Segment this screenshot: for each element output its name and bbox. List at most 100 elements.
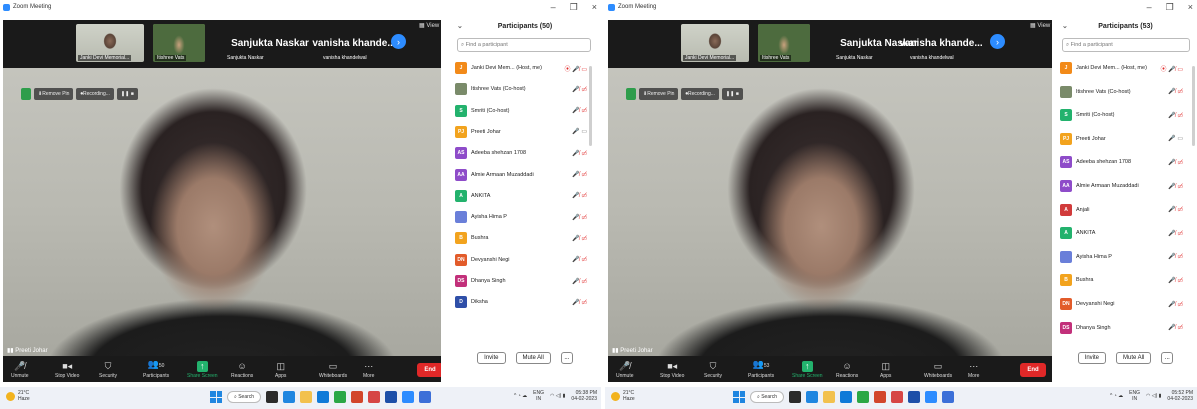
unmute-button[interactable]: 🎤̸ Unmute [616, 361, 634, 379]
restore-icon[interactable]: ❐ [570, 2, 578, 13]
language-indicator[interactable]: ENG IN [533, 390, 544, 402]
participant-row[interactable]: DN Devyanshi Negi 🎤̸ ▭̸ [455, 252, 589, 268]
word-icon[interactable] [385, 391, 398, 403]
photos-icon[interactable] [419, 391, 432, 403]
end-meeting-button[interactable]: End [1020, 363, 1046, 377]
participant-row[interactable]: A Anjali 🎤̸ ▭̸ [1060, 202, 1185, 218]
share-screen-button[interactable]: ↑ Share Screen [792, 361, 823, 379]
task-view-icon[interactable] [789, 391, 802, 403]
reactions-button[interactable]: ☺ Reactions [836, 361, 858, 379]
share-screen-button[interactable]: ↑ Share Screen [187, 361, 218, 379]
clock[interactable]: 05:52 PM 04-02-2023 [1167, 390, 1193, 402]
windows-start-icon[interactable] [210, 391, 222, 403]
invite-button[interactable]: Invite [477, 352, 506, 364]
video-tile[interactable]: Itishree Vats [758, 24, 810, 62]
chevron-down-icon[interactable]: ⌄ [457, 22, 463, 30]
video-tile[interactable]: Janki Devi Memorial... [76, 24, 144, 62]
view-button[interactable]: ▦ View [419, 22, 439, 29]
participant-row[interactable]: PJ Preeti Johar 🎤 ▭ [1060, 131, 1185, 147]
taskbar-search[interactable]: ⌕ Search [227, 391, 262, 403]
close-icon[interactable]: × [1188, 2, 1193, 13]
end-meeting-button[interactable]: End [417, 363, 441, 377]
next-page-arrow-icon[interactable]: › [391, 34, 406, 49]
participant-row[interactable]: J Janki Devi Mem... (Host, me) ⦿ 🎤̸ ▭ [1060, 60, 1185, 76]
clock[interactable]: 05:38 PM 04-02-2023 [571, 390, 597, 402]
participant-search-input[interactable]: ⌕ Find a participant [1062, 38, 1190, 52]
more-options-button[interactable]: ... [560, 352, 573, 364]
office-icon[interactable] [891, 391, 904, 403]
reactions-button[interactable]: ☺ Reactions [231, 361, 253, 379]
wifi-volume-battery-icon[interactable]: ◠ ◁) ▮ [1146, 393, 1161, 399]
language-indicator[interactable]: ENG IN [1129, 390, 1140, 402]
participant-row[interactable]: S Smriti (Co-host) 🎤̸ ▭̸ [1060, 107, 1185, 123]
participant-row[interactable]: Ayisha Hima P 🎤̸ ▭̸ [1060, 249, 1185, 265]
name-tile[interactable]: vanisha khande... vanisha khandelwal [312, 24, 395, 62]
store-icon[interactable] [334, 391, 347, 403]
name-tile[interactable]: Sanjukta Naskar Sanjukta Naskar [225, 24, 315, 62]
task-view-icon[interactable] [266, 391, 279, 403]
participant-row[interactable]: A ANKITA 🎤̸ ▭̸ [455, 188, 589, 204]
wifi-volume-battery-icon[interactable]: ◠ ◁) ▮ [550, 393, 565, 399]
zoom-taskbar-icon[interactable] [402, 391, 415, 403]
participant-row[interactable]: B Bushra 🎤̸ ▭̸ [1060, 272, 1185, 288]
participant-row[interactable]: A ANKITA 🎤̸ ▭̸ [1060, 225, 1185, 241]
close-icon[interactable]: × [592, 2, 597, 13]
participant-search-input[interactable]: ⌕ Find a participant [457, 38, 591, 52]
file-explorer-icon[interactable] [300, 391, 313, 403]
store-icon[interactable] [857, 391, 870, 403]
photos-icon[interactable] [942, 391, 955, 403]
tray-overflow-icon[interactable]: ^ ◔ ☁ [514, 393, 527, 399]
recording-controls[interactable]: ❚❚ ■ [116, 88, 138, 100]
tray-overflow-icon[interactable]: ^ ◔ ☁ [1110, 393, 1123, 399]
invite-button[interactable]: Invite [1077, 352, 1106, 364]
participant-row[interactable]: B Bushra 🎤̸ ▭̸ [455, 230, 589, 246]
mail-icon[interactable] [351, 391, 364, 403]
minimize-icon[interactable]: – [551, 2, 556, 13]
chevron-down-icon[interactable]: ⌄ [1062, 22, 1068, 30]
apps-button[interactable]: ◫ Apps [275, 361, 286, 379]
whiteboards-button[interactable]: ▭ Whiteboards [319, 361, 347, 379]
mute-all-button[interactable]: Mute All [1116, 352, 1152, 364]
mail-icon[interactable] [874, 391, 887, 403]
participants-button[interactable]: 👥50 Participants [143, 359, 169, 379]
video-tile[interactable]: Janki Devi Memorial... [681, 24, 749, 62]
scrollbar[interactable] [589, 66, 592, 146]
remove-pin-button[interactable]: ⬇ Remove Pin [34, 88, 74, 100]
participants-button[interactable]: 👥53 Participants [748, 359, 774, 379]
file-explorer-icon[interactable] [823, 391, 836, 403]
edge-icon[interactable] [317, 391, 330, 403]
participant-row[interactable]: Ayisha Hima P 🎤̸ ▭̸ [455, 209, 589, 225]
weather-widget[interactable]: 21°C Haze [611, 390, 635, 402]
participant-row[interactable]: DS Dhanya Singh 🎤̸ ▭̸ [455, 273, 589, 289]
word-icon[interactable] [908, 391, 921, 403]
security-button[interactable]: ⛉ Security [99, 361, 117, 379]
more-button[interactable]: ⋯ More [968, 361, 979, 379]
more-options-button[interactable]: ... [1161, 352, 1174, 364]
remove-pin-button[interactable]: ⬇ Remove Pin [639, 88, 679, 100]
scrollbar[interactable] [1192, 66, 1195, 146]
participant-row[interactable]: J Janki Devi Mem... (Host, me) ⦿ 🎤̸ ▭ [455, 60, 589, 76]
weather-widget[interactable]: 21°C Haze [6, 390, 30, 402]
video-tile[interactable]: Itishree Vats [153, 24, 205, 62]
participant-row[interactable]: D Diksha 🎤̸ ▭̸ [455, 294, 589, 310]
unmute-button[interactable]: 🎤̸ Unmute [11, 361, 29, 379]
office-icon[interactable] [368, 391, 381, 403]
participant-row[interactable]: Itishree Vats (Co-host) 🎤̸ ▭̸ [455, 81, 589, 97]
minimize-icon[interactable]: – [1147, 2, 1152, 13]
edge-icon[interactable] [840, 391, 853, 403]
participant-row[interactable]: DN Devyanshi Negi 🎤̸ ▭̸ [1060, 296, 1185, 312]
participant-row[interactable]: Itishree Vats (Co-host) 🎤̸ ▭̸ [1060, 84, 1185, 100]
stop-video-button[interactable]: ■◂ Stop Video [660, 361, 684, 379]
teams-icon[interactable] [283, 391, 296, 403]
name-tile[interactable]: vanisha khande... vanisha khandelwal [899, 24, 982, 62]
participant-row[interactable]: AS Adeeba shehzan 1708 🎤̸ ▭̸ [1060, 154, 1185, 170]
teams-icon[interactable] [806, 391, 819, 403]
next-page-arrow-icon[interactable]: › [990, 34, 1005, 49]
stop-video-button[interactable]: ■◂ Stop Video [55, 361, 79, 379]
participant-row[interactable]: PJ Preeti Johar 🎤 ▭ [455, 124, 589, 140]
participant-row[interactable]: DS Dhanya Singh 🎤̸ ▭̸ [1060, 320, 1185, 336]
recording-controls[interactable]: ❚❚ ■ [721, 88, 743, 100]
taskbar-search[interactable]: ⌕ Search [750, 391, 785, 403]
restore-icon[interactable]: ❐ [1166, 2, 1174, 13]
participant-row[interactable]: AS Adeeba shehzan 1708 🎤̸ ▭̸ [455, 145, 589, 161]
